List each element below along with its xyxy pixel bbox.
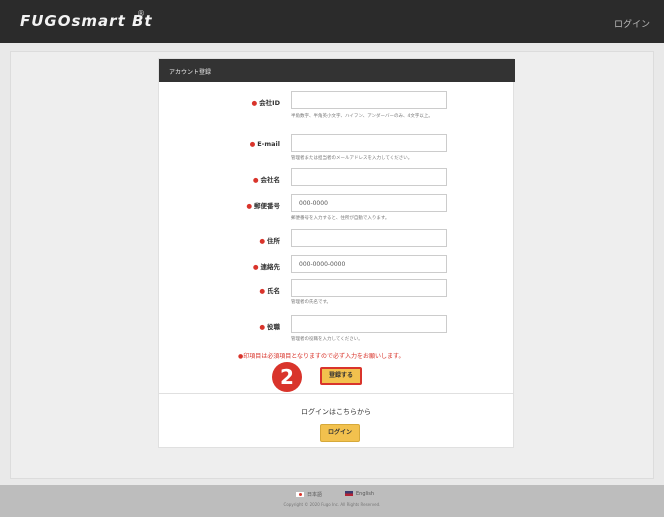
company-name-input[interactable] <box>291 168 447 186</box>
top-navbar: FUGOsmart Bt ® ログイン <box>0 0 664 46</box>
address-input[interactable] <box>291 229 447 247</box>
lang-english[interactable]: English <box>345 491 374 497</box>
label-company-id: ● 会社ID <box>251 99 281 107</box>
logo-mark: ® <box>137 9 145 18</box>
step-badge: 2 <box>272 362 302 392</box>
company-id-hint: 半角数字、半角英小文字、ハイフン、アンダーバーのみ、4文字以上。 <box>291 114 433 119</box>
required-marker: ● <box>251 99 258 107</box>
required-marker: ● <box>259 237 265 245</box>
app-logo[interactable]: FUGOsmart Bt <box>20 12 153 30</box>
copyright: Copyright © 2020 Fugo Inc. All Rights Re… <box>283 502 381 507</box>
label-position: ● 役職 <box>259 323 280 331</box>
required-note: ●印項目は必須項目となりますので必ず入力をお願いします。 <box>238 353 405 360</box>
lang-japanese[interactable]: 日本語 <box>296 491 322 498</box>
us-flag-icon <box>345 491 353 496</box>
company-id-input[interactable] <box>291 91 447 109</box>
required-marker: ● <box>249 140 256 148</box>
position-input[interactable] <box>291 315 447 333</box>
required-marker: ● <box>252 176 259 184</box>
label-address: ● 住所 <box>259 237 280 245</box>
name-input[interactable] <box>291 279 447 297</box>
card-title: アカウント登録 <box>159 59 515 82</box>
email-hint: 管理者または担当者のメールアドレスを入力してください。 <box>291 156 413 161</box>
name-hint: 管理者の氏名です。 <box>291 300 332 305</box>
label-name: ● 氏名 <box>259 287 280 295</box>
email-input[interactable] <box>291 134 447 152</box>
postal-code-hint: 郵便番号を入力すると、住所が自動で入ります。 <box>291 216 390 221</box>
register-button[interactable]: 登録する <box>320 367 362 385</box>
login-prompt: ログインはこちらから <box>301 408 371 416</box>
label-email: ● E-mail <box>249 140 280 148</box>
required-marker: ● <box>259 323 265 331</box>
position-hint: 管理者の役職を入力してください。 <box>291 337 363 342</box>
label-postal-code: ● 郵便番号 <box>246 202 280 210</box>
required-marker: ● <box>246 202 252 210</box>
footer: 日本語 English Copyright © 2020 Fugo Inc. A… <box>0 485 664 517</box>
required-marker: ● <box>252 263 259 271</box>
card-divider <box>158 393 514 394</box>
nav-login-link[interactable]: ログイン <box>614 17 650 30</box>
label-company-name: ● 会社名 <box>252 176 280 184</box>
login-button[interactable]: ログイン <box>320 424 360 442</box>
required-marker: ● <box>259 287 265 295</box>
postal-code-input[interactable]: 000-0000 <box>291 194 447 212</box>
label-phone: ● 連絡先 <box>252 263 280 271</box>
phone-input[interactable]: 000-0000-0000 <box>291 255 447 273</box>
japan-flag-icon <box>296 492 304 497</box>
